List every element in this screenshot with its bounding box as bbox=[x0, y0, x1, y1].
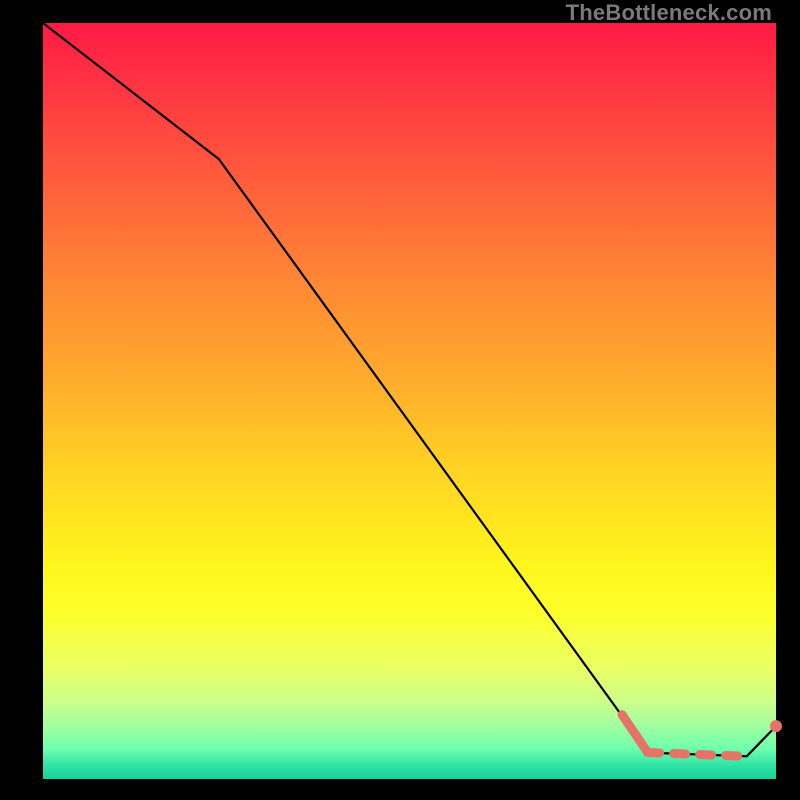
end-marker bbox=[770, 720, 782, 732]
highlight-dashed bbox=[648, 753, 747, 757]
chart-frame: TheBottleneck.com bbox=[0, 0, 800, 800]
watermark-text: TheBottleneck.com bbox=[566, 2, 772, 24]
chart-svg bbox=[43, 23, 776, 779]
bottleneck-curve bbox=[43, 23, 776, 756]
highlight-solid bbox=[622, 715, 648, 753]
